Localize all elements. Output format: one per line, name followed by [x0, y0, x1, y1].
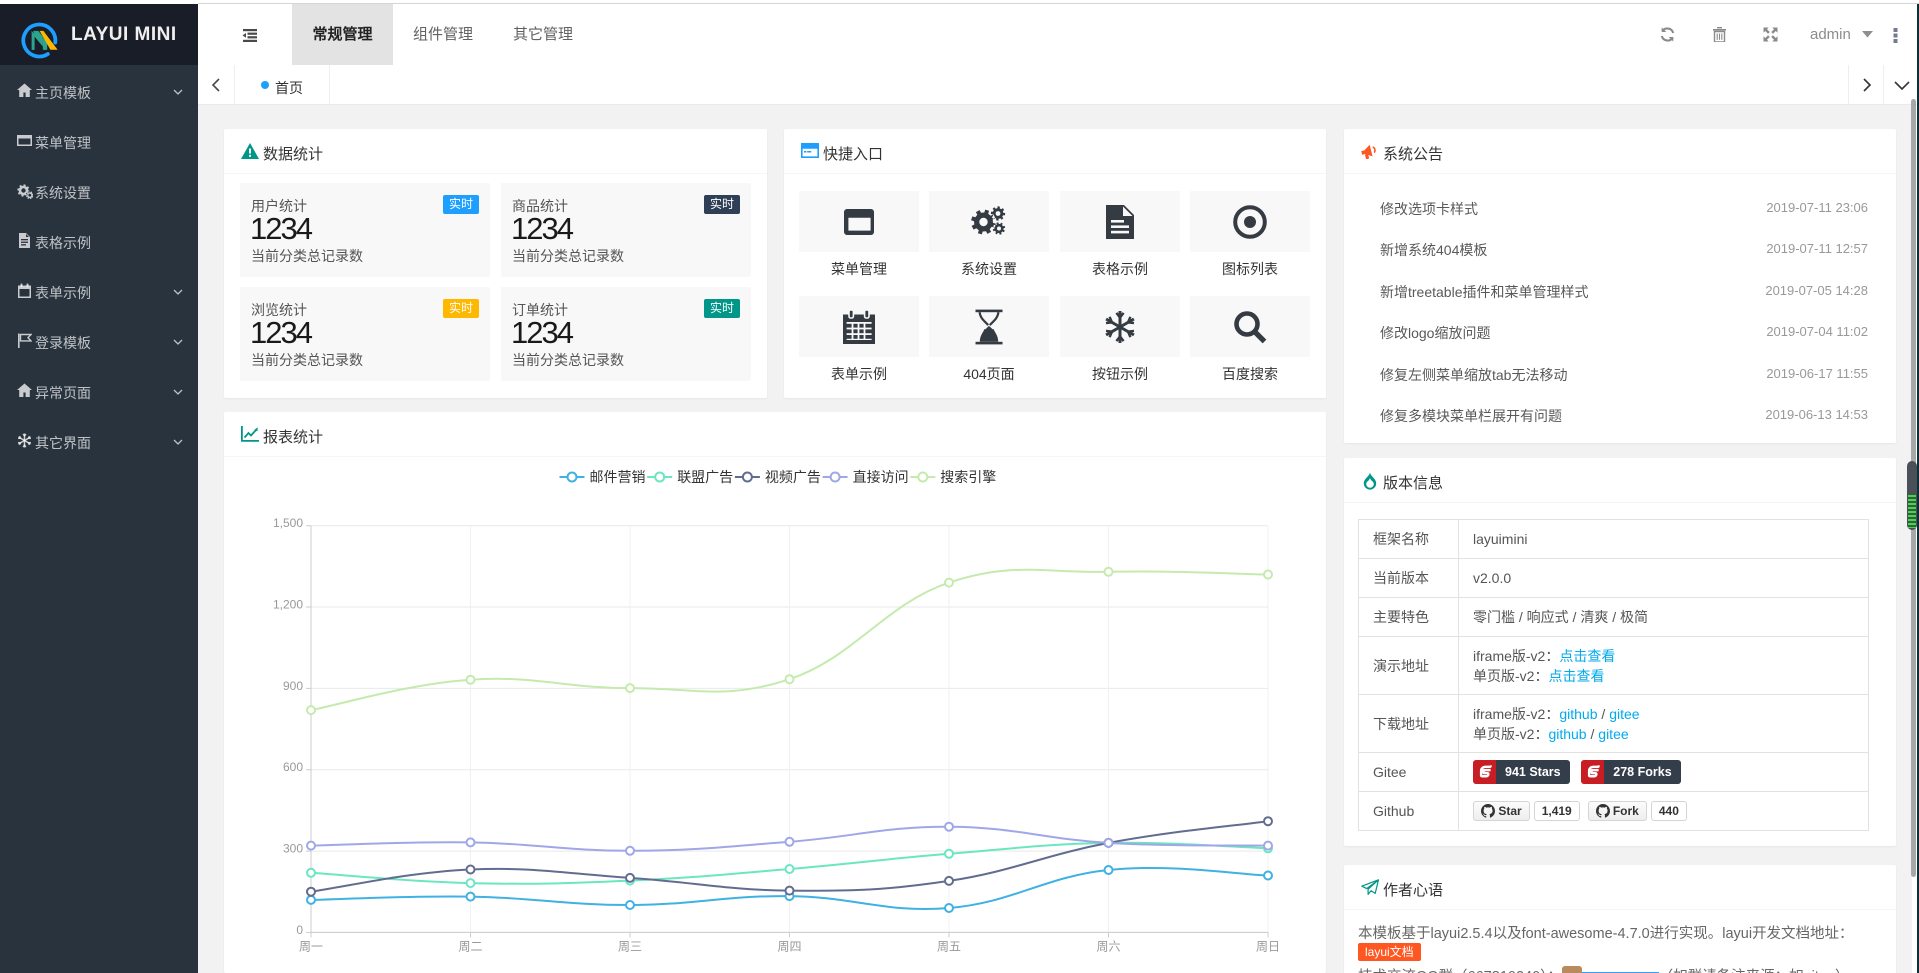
svg-text:1,200: 1,200: [273, 598, 303, 612]
svg-text:周三: 周三: [618, 940, 642, 954]
svg-text:周一: 周一: [299, 940, 323, 954]
svg-text:周日: 周日: [1256, 940, 1280, 954]
svg-text:直接访问: 直接访问: [853, 469, 909, 485]
svg-text:搜索引擎: 搜索引擎: [940, 469, 996, 485]
svg-text:视频广告: 视频广告: [765, 469, 821, 485]
svg-text:周二: 周二: [458, 940, 482, 954]
svg-text:周六: 周六: [1096, 940, 1120, 954]
svg-text:周五: 周五: [937, 940, 961, 954]
svg-text:周四: 周四: [777, 940, 801, 954]
svg-text:联盟广告: 联盟广告: [677, 469, 733, 485]
svg-text:1,500: 1,500: [273, 516, 303, 530]
svg-text:900: 900: [283, 679, 303, 693]
svg-text:邮件营销: 邮件营销: [590, 469, 646, 485]
svg-text:0: 0: [296, 923, 303, 937]
svg-text:300: 300: [283, 842, 303, 856]
svg-text:600: 600: [283, 760, 303, 774]
